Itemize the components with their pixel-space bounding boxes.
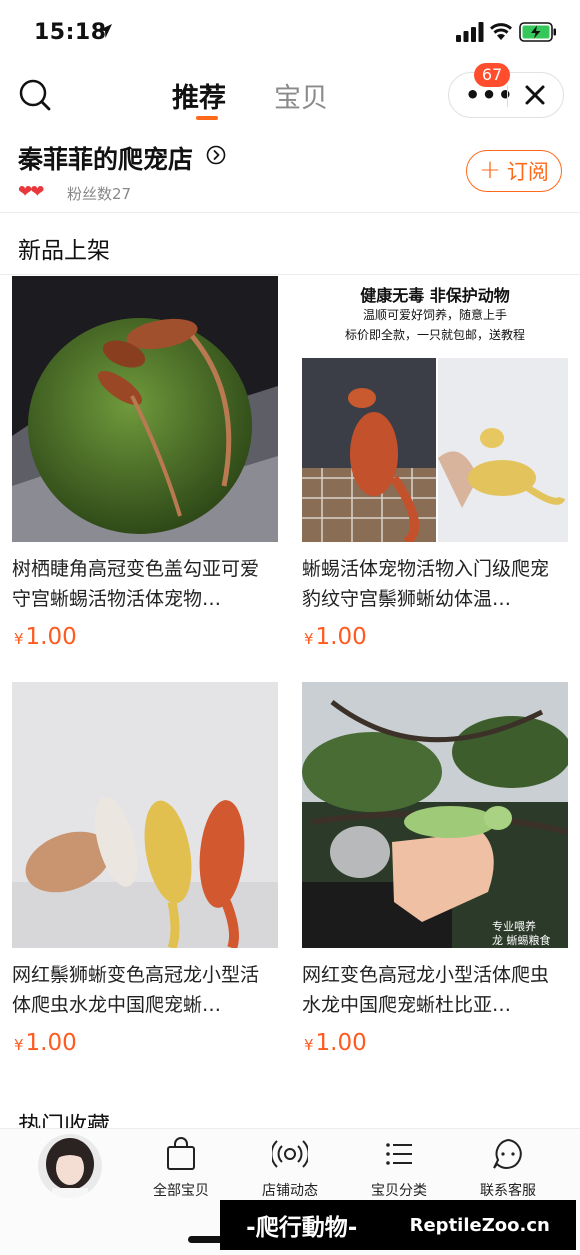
fans-count: 粉丝数27 — [67, 185, 132, 203]
product-image-crested-gecko[interactable] — [12, 276, 278, 542]
wifi-icon — [490, 23, 512, 40]
currency-symbol: ¥ — [14, 1036, 24, 1054]
product-price: ¥1.00 — [14, 624, 77, 650]
product-title[interactable]: 网红变色高冠龙小型活体爬虫水龙中国爬宠蜥杜比亚… — [302, 960, 564, 1020]
price-value: 1.00 — [315, 1030, 367, 1056]
price-value: 1.00 — [25, 624, 77, 650]
status-bar: 15:18 — [0, 0, 580, 62]
nav-label: 宝贝分类 — [371, 1183, 427, 1199]
currency-symbol: ¥ — [304, 630, 314, 648]
currency-symbol: ¥ — [304, 1036, 314, 1054]
nav-label: 全部宝贝 — [153, 1183, 209, 1199]
divider — [0, 274, 580, 275]
watermark-url: ReptileZoo.cn — [409, 1214, 550, 1236]
chat-icon — [493, 1138, 522, 1169]
shopping-bag-icon — [167, 1137, 195, 1170]
list-icon — [386, 1143, 412, 1165]
nav-customer-service[interactable]: 联系客服 — [458, 1136, 558, 1200]
plus-icon: + — [479, 155, 501, 185]
shop-avatar[interactable] — [38, 1134, 102, 1198]
heart-level-icon: ❤❤ — [18, 182, 44, 202]
product-image-bearded-dragons[interactable] — [12, 682, 278, 948]
close-icon[interactable] — [521, 81, 549, 109]
nav-all-products[interactable]: 全部宝贝 — [131, 1136, 231, 1200]
search-icon[interactable] — [18, 78, 52, 112]
product-image-bearded-dragon[interactable]: 健康无毒 非保护动物 温顺可爱好饲养，随意上手 标价即全款，一只就包邮，送教程 — [302, 276, 568, 542]
image-caption: 标价即全款，一只就包邮，送教程 — [344, 328, 525, 342]
subscribe-label: 订阅 — [506, 160, 549, 184]
watermark-text: -爬行動物- — [246, 1215, 358, 1241]
nav-label: 联系客服 — [480, 1183, 536, 1199]
chevron-right-circle-icon[interactable] — [206, 145, 226, 165]
product-title[interactable]: 网红鬃狮蜥变色高冠龙小型活体爬虫水龙中国爬宠蜥… — [12, 960, 274, 1020]
product-title[interactable]: 树栖睫角高冠变色盖勾亚可爱守宫蜥蜴活物活体宠物… — [12, 554, 274, 614]
broadcast-icon — [272, 1140, 308, 1168]
active-tab-indicator — [196, 116, 218, 120]
shop-name[interactable]: 秦菲菲的爬宠店 — [18, 140, 193, 176]
price-value: 1.00 — [25, 1030, 77, 1056]
tab-products[interactable]: 宝贝 — [274, 76, 328, 115]
cellular-signal-icon — [456, 22, 484, 42]
watermark: -爬行動物- ReptileZoo.cn — [220, 1200, 576, 1250]
product-price: ¥1.00 — [304, 624, 367, 650]
product-title[interactable]: 蜥蜴活体宠物活物入门级爬宠豹纹守宫鬃狮蜥幼体温… — [302, 554, 564, 614]
image-caption: 温顺可爱好饲养，随意上手 — [362, 308, 507, 322]
nav-label: 店铺动态 — [262, 1183, 318, 1199]
tab-recommended[interactable]: 推荐 — [172, 76, 226, 115]
image-caption: 龙 蜥蜴粮食 — [492, 934, 551, 947]
subscribe-button[interactable]: + 订阅 — [466, 150, 562, 192]
location-arrow-icon — [98, 24, 112, 38]
price-value: 1.00 — [315, 624, 367, 650]
image-caption: 健康无毒 非保护动物 — [360, 286, 510, 305]
notification-badge: 67 — [474, 63, 510, 87]
battery-charging-icon — [519, 22, 556, 42]
product-image-chameleon[interactable]: 专业喂养 龙 蜥蜴粮食 — [302, 682, 568, 948]
product-price: ¥1.00 — [304, 1030, 367, 1056]
capsule-divider — [507, 85, 508, 107]
nav-shop-feed[interactable]: 店铺动态 — [240, 1136, 340, 1200]
nav-categories[interactable]: 宝贝分类 — [349, 1136, 449, 1200]
section-title-new: 新品上架 — [18, 238, 110, 264]
product-price: ¥1.00 — [14, 1030, 77, 1056]
divider — [0, 212, 580, 213]
currency-symbol: ¥ — [14, 630, 24, 648]
